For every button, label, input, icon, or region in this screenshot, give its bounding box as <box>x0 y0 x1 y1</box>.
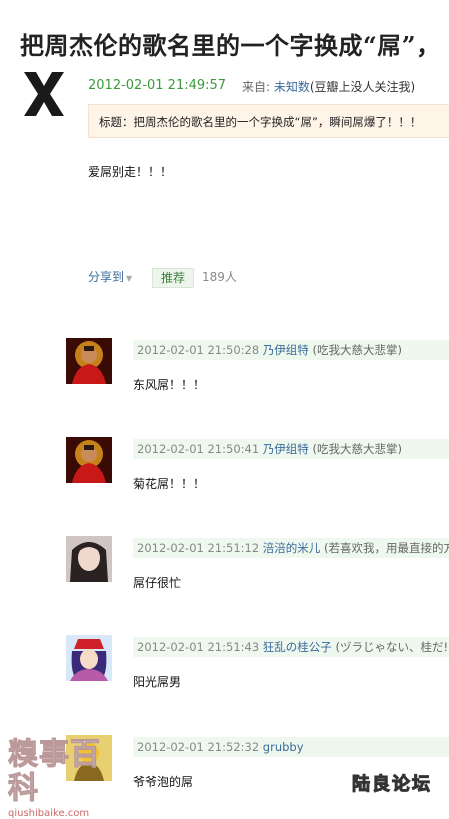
commenter-avatar[interactable] <box>66 635 112 681</box>
recommend-button[interactable]: 推荐 <box>152 268 194 288</box>
commenter-avatar[interactable] <box>66 338 112 384</box>
commenter-signature: (吃我大慈大悲掌) <box>312 343 402 357</box>
commenter-signature: (ヅラじゃない、桂だ!) <box>335 640 449 654</box>
comment-time: 2012-02-01 21:51:12 <box>137 541 260 555</box>
chevron-down-icon: ▼ <box>126 274 133 283</box>
post-source: 来自: 未知数(豆瓣上没人关注我) <box>242 78 415 95</box>
x-logo-icon <box>24 72 64 116</box>
watermark-url: qiushibaike.com <box>8 808 90 819</box>
commenter-avatar[interactable] <box>66 437 112 483</box>
post-meta: 2012-02-01 21:49:57 <box>88 78 226 93</box>
red-buddha-avatar-icon <box>66 437 112 483</box>
comment-time: 2012-02-01 21:50:41 <box>137 442 260 456</box>
comment-text: 菊花屌！！！ <box>133 477 206 491</box>
red-buddha-avatar-icon <box>66 338 112 384</box>
comment-text: 东风屌！！！ <box>133 378 206 392</box>
comment-meta: 2012-02-01 21:51:43 狂乱の桂公子 (ヅラじゃない、桂だ!) <box>133 637 449 657</box>
comment-item: 2012-02-01 21:51:43 狂乱の桂公子 (ヅラじゃない、桂だ!) … <box>66 635 449 705</box>
comment-time: 2012-02-01 21:50:28 <box>137 343 260 357</box>
commenter-name[interactable]: 涪涪的米儿 <box>263 541 321 555</box>
source-link[interactable]: 未知数 <box>274 80 310 94</box>
commenter-signature: (吃我大慈大悲掌) <box>312 442 402 456</box>
commenter-signature: (若喜欢我，用最直接的方 <box>323 541 449 555</box>
comment-time: 2012-02-01 21:52:32 <box>137 740 260 754</box>
share-label: 分享到 <box>88 270 125 284</box>
source-group: (豆瓣上没人关注我) <box>309 80 416 94</box>
commenter-avatar[interactable] <box>66 536 112 582</box>
comment-meta: 2012-02-01 21:51:12 涪涪的米儿 (若喜欢我，用最直接的方 <box>133 538 449 558</box>
comment-meta: 2012-02-01 21:50:41 乃伊组特 (吃我大慈大悲掌) <box>133 439 449 459</box>
comment-meta: 2012-02-01 21:52:32 grubby <box>133 737 449 757</box>
commenter-name[interactable]: 乃伊组特 <box>263 343 309 357</box>
comment-text: 屌仔很忙 <box>133 576 182 590</box>
quoted-title: 标题：把周杰伦的歌名里的一个字换成“屌”，瞬间屌爆了！！！ <box>88 104 449 138</box>
comment-time: 2012-02-01 21:51:43 <box>137 640 260 654</box>
post-title: 把周杰伦的歌名里的一个字换成“屌”， <box>20 31 441 60</box>
from-label: 来自: <box>242 80 274 94</box>
post-body: 爱屌别走！！！ <box>88 165 173 179</box>
anime-boy-avatar-icon <box>66 635 112 681</box>
commenter-name[interactable]: grubby <box>263 740 304 754</box>
girl-photo-avatar-icon <box>66 536 112 582</box>
commenter-name[interactable]: 乃伊组特 <box>263 442 309 456</box>
comment-item: 2012-02-01 21:51:12 涪涪的米儿 (若喜欢我，用最直接的方 屌… <box>66 536 449 606</box>
comment-meta: 2012-02-01 21:50:28 乃伊组特 (吃我大慈大悲掌) <box>133 340 449 360</box>
recommend-count: 189人 <box>202 270 237 284</box>
comment-text: 爷爷泡的屌 <box>133 775 194 789</box>
post-time: 2012-02-01 21:49:57 <box>88 78 227 93</box>
share-menu[interactable]: 分享到 ▼ <box>88 268 132 285</box>
qiushibaike-watermark: 糗事百科 qiushibaike.com <box>8 737 118 819</box>
watermark-title: 糗事百科 <box>8 737 101 806</box>
comment-text: 阳光屌男 <box>133 675 182 689</box>
commenter-name[interactable]: 狂乱の桂公子 <box>263 640 332 654</box>
comment-item: 2012-02-01 21:50:41 乃伊组特 (吃我大慈大悲掌) 菊花屌！！… <box>66 437 449 507</box>
forum-watermark: 陆良论坛 <box>352 774 432 796</box>
comment-item: 2012-02-01 21:50:28 乃伊组特 (吃我大慈大悲掌) 东风屌！！… <box>66 338 449 408</box>
author-avatar[interactable] <box>22 70 66 118</box>
